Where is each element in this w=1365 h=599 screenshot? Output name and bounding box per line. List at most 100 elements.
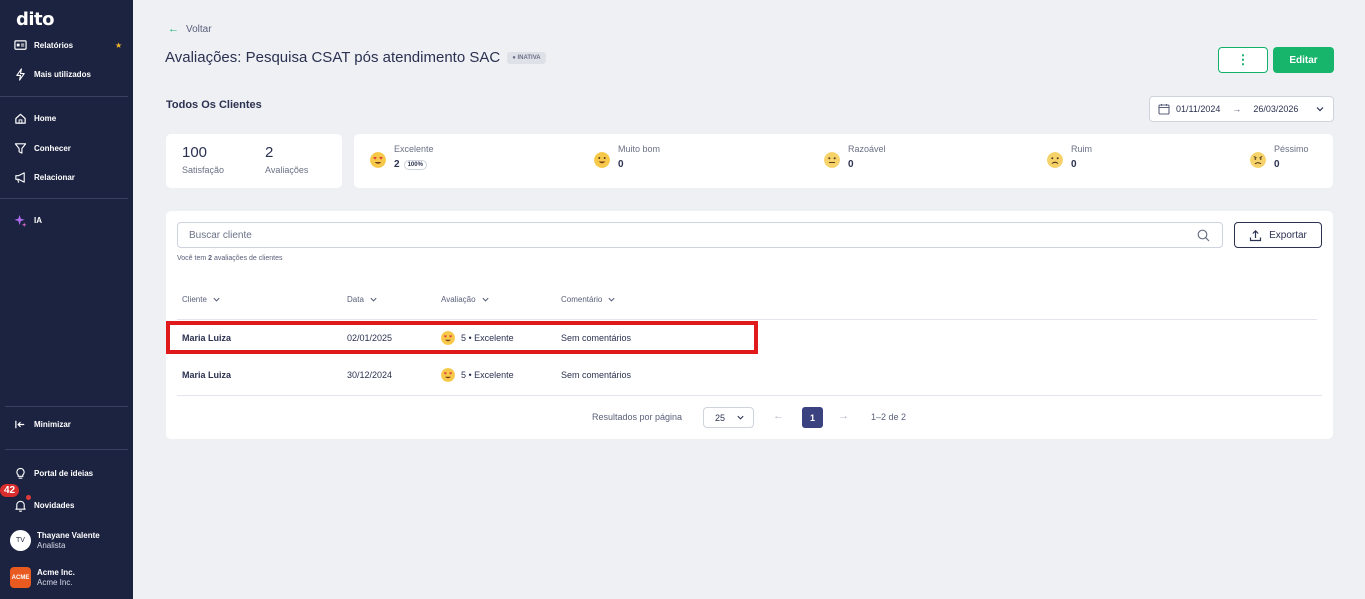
sidebar-item-novidades[interactable]: Novidades [14,497,74,513]
angry-emoji-icon [1250,152,1266,168]
sidebar-item-minimizar[interactable]: Minimizar [14,416,71,432]
sidebar-item-portal-de-ideias[interactable]: Portal de ideias [14,465,93,481]
search-icon[interactable] [1197,229,1210,242]
back-link[interactable]: ← Voltar [168,23,212,35]
rating-percent-badge: 100% [403,159,427,170]
table-divider [177,319,1317,320]
column-header-cliente[interactable]: Cliente [182,295,221,304]
sidebar-divider [0,198,128,199]
reviews-count-value: 2 [265,144,274,161]
user-role: Analista [37,541,66,550]
arrow-left-icon: ← [168,23,179,35]
rating-label: Muito bom [618,144,661,154]
frown-emoji-icon [1047,152,1063,168]
column-header-comentario[interactable]: Comentário [561,295,616,304]
rating-count: 0 [618,159,624,170]
count-prefix: Você tem [177,255,209,262]
sidebar-item-relacionar[interactable]: Relacionar [14,169,75,185]
upload-icon [1249,229,1262,241]
dito-logo[interactable]: dito [16,9,55,30]
export-button[interactable]: Exportar [1234,222,1322,248]
sidebar-divider [5,406,128,407]
collapse-arrow-icon [15,420,25,428]
rating-count: 0 [1071,159,1077,170]
back-label: Voltar [186,23,212,35]
rating-ruim: Ruim 0 [1047,144,1092,170]
column-label: Comentário [561,295,603,304]
rating-count: 2 [394,159,400,170]
pagination-range: 1–2 de 2 [871,412,907,422]
sidebar-item-label: Relatórios [34,40,74,50]
sidebar-item-relatorios[interactable]: Relatórios [14,37,73,53]
ai-sparkle-icon [14,214,27,227]
heart-eyes-emoji-icon [441,368,455,382]
rating-count: 0 [1274,159,1280,170]
vertical-dots-icon: ⋮ [1236,52,1250,67]
notification-count-badge: 42 [0,484,20,497]
company-info[interactable]: Acme Inc. Acme Inc. [37,568,75,588]
prev-page-icon[interactable]: ← [773,410,784,422]
heart-eyes-emoji-icon [441,331,455,345]
kpi-card [166,134,342,188]
page-button-current[interactable]: 1 [802,407,823,428]
company-sub: Acme Inc. [37,578,73,587]
heart-eyes-emoji-icon [370,152,386,168]
sidebar: dito Relatórios ★ Mais utilizados Home C… [0,0,133,599]
sidebar-item-label: Mais utilizados [34,69,91,79]
sidebar-item-label: Home [34,113,57,123]
satisfaction-label: Satisfação [182,165,225,175]
favorite-star-icon: ★ [115,41,123,50]
rating-count: 0 [848,159,854,170]
next-page-icon[interactable]: → [838,410,849,422]
status-badge: ● INATIVA [507,51,546,64]
rating-text: 5 • Excelente [461,370,514,380]
satisfaction-value: 100 [182,144,208,161]
count-suffix: avaliações de clientes [212,255,283,262]
sidebar-item-home[interactable]: Home [14,110,56,126]
search-input[interactable] [177,222,1223,248]
user-info[interactable]: Thayane Valente Analista [37,531,100,551]
export-label: Exportar [1269,229,1307,241]
sidebar-item-ia[interactable]: IA [14,212,42,228]
chevron-down-icon [1316,107,1324,112]
sidebar-item-mais-utilizados[interactable]: Mais utilizados [14,66,91,82]
cell-data: 30/12/2024 [347,370,393,380]
user-avatar[interactable]: TV [10,530,31,551]
segment-title: Todos Os Clientes [166,99,262,111]
chevron-down-icon [213,297,220,302]
date-start: 01/11/2024 [1176,104,1221,114]
megaphone-icon [15,171,25,183]
cell-cliente[interactable]: Maria Luiza [182,370,231,380]
column-header-avaliacao[interactable]: Avaliação [441,295,490,304]
user-name: Thayane Valente [37,531,100,540]
page-title-row: Avaliações: Pesquisa CSAT pós atendiment… [165,49,546,66]
more-options-button[interactable]: ⋮ [1218,47,1268,73]
per-page-select[interactable]: 25 [703,407,754,428]
edit-button[interactable]: Editar [1273,47,1334,73]
rating-text: 5 • Excelente [461,333,514,343]
sidebar-item-label: IA [34,215,42,225]
report-icon [14,39,27,50]
table-divider [177,395,1322,396]
sidebar-item-conhecer[interactable]: Conhecer [14,140,71,156]
column-header-data[interactable]: Data [347,295,378,304]
company-name: Acme Inc. [37,568,75,577]
cell-comentario: Sem comentários [561,333,632,343]
lightning-icon [16,67,25,81]
chevron-down-icon [370,297,377,302]
cell-cliente[interactable]: Maria Luiza [182,333,231,343]
neutral-emoji-icon [824,152,840,168]
company-logo[interactable]: ACME [10,567,31,588]
cell-data: 02/01/2025 [347,333,393,343]
date-range-picker[interactable]: 01/11/2024 → 26/03/2026 [1149,96,1334,122]
rating-label: Ruim [1071,144,1093,154]
rating-excelente: Excelente 2 100% [370,144,434,170]
per-page-label: Resultados por página [592,412,683,422]
per-page-value: 25 [715,412,726,423]
sidebar-item-label: Novidades [34,500,75,510]
cell-avaliacao: 5 • Excelente [441,331,514,345]
calendar-icon [1158,104,1170,115]
rating-label: Razoável [848,144,886,154]
chevron-down-icon [737,415,744,420]
chevron-down-icon [481,297,489,302]
